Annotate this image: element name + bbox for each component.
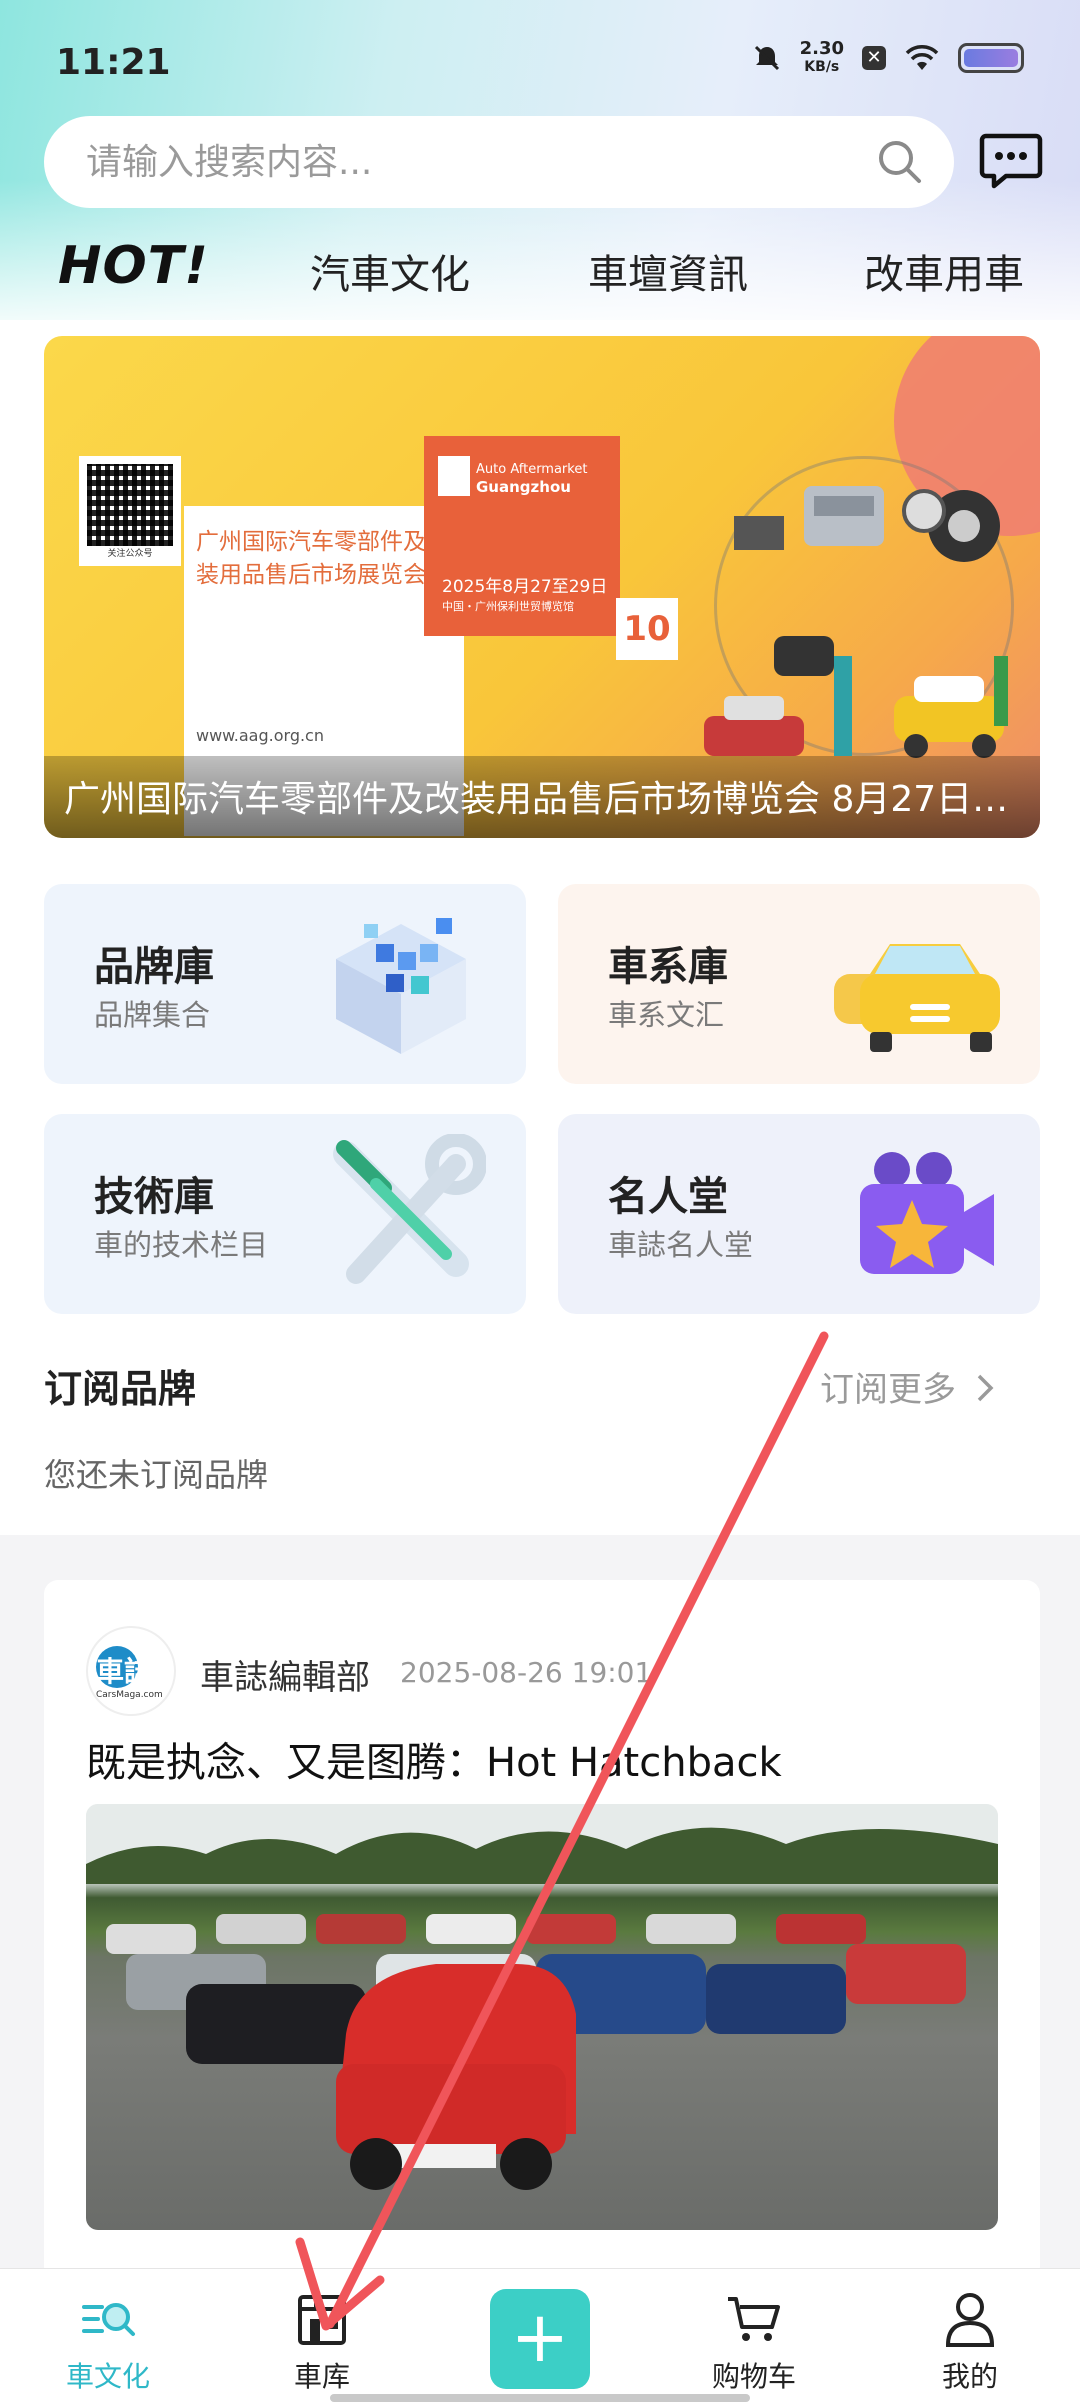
network-speed-unit: KB/s [804, 59, 840, 75]
aag-logo [438, 456, 470, 496]
tab-modification[interactable]: 改車用車 [864, 242, 1024, 300]
hall-of-fame-subtitle: 車誌名人堂 [608, 1228, 754, 1262]
avatar-logo-text: 車誌 [96, 1655, 153, 1688]
subscribe-more-label: 订阅更多 [820, 1370, 956, 1410]
edition-badge: 10 [616, 598, 678, 660]
subscriptions-empty-text: 您还未订阅品牌 [44, 1456, 269, 1494]
subscribe-more-link[interactable]: 订阅更多 [820, 1362, 997, 1411]
nav-cart[interactable]: 购物车 [664, 2269, 844, 2408]
home-indicator [330, 2394, 750, 2402]
banner-caption: 广州国际汽车零部件及改装用品售后市场博览会 8月27日至29日举行 [64, 779, 1024, 820]
post-author[interactable]: 車誌編輯部 [200, 1650, 370, 1699]
tech-library-subtitle: 車的技术栏目 [94, 1228, 269, 1262]
post-title[interactable]: 既是执念、又是图腾：Hot Hatchback [86, 1730, 782, 1788]
avatar-logo-subtext: CarsMaga.com [96, 1690, 163, 1700]
garage-icon [298, 2295, 346, 2345]
banner-venue: 中国・广州保利世贸博览馆 [442, 600, 574, 613]
wifi-icon [905, 45, 939, 70]
banner-carousel[interactable]: 关注公众号 广州国际汽车零部件及改装用品售后市场展览会 www.aag.org.… [44, 336, 1040, 838]
tools-icon [333, 1134, 486, 1284]
x-app-icon: ✕ [862, 46, 886, 70]
car-icon [834, 944, 1000, 1052]
banner-brand-line1: Auto Aftermarket [476, 462, 588, 477]
post-timestamp: 2025-08-26 19:01 [400, 1656, 653, 1689]
series-library-title: 車系庫 [608, 944, 728, 990]
banner-qr-code: 关注公众号 [79, 456, 181, 566]
mute-bell-icon [754, 45, 779, 71]
battery-icon [958, 43, 1024, 73]
nav-profile-label: 我的 [941, 2360, 998, 2393]
bottom-navigation: 車文化 車库 + 购物车 我的 [0, 2268, 1080, 2408]
discover-icon [82, 2303, 135, 2336]
auto-parts-illustration [704, 486, 1008, 758]
author-avatar[interactable]: 車誌 CarsMaga.com [86, 1626, 176, 1716]
subscriptions-title: 订阅品牌 [44, 1367, 197, 1411]
series-library-card[interactable]: 車系庫 車系文汇 [558, 884, 1040, 1084]
user-icon [945, 2293, 995, 2347]
banner-url: www.aag.org.cn [196, 726, 324, 745]
search-input[interactable] [86, 116, 846, 208]
hall-of-fame-title: 名人堂 [608, 1174, 728, 1220]
status-icons: 2.30 KB/s ✕ [752, 40, 1024, 76]
status-bar: 11:21 2.30 KB/s ✕ [0, 0, 1080, 125]
brand-library-subtitle: 品牌集合 [94, 998, 211, 1032]
network-speed-value: 2.30 [799, 38, 844, 59]
banner-brand-line2: Guangzhou [476, 478, 571, 496]
nav-car-culture-label: 車文化 [65, 2360, 150, 2393]
message-icon[interactable] [978, 128, 1044, 194]
nav-garage[interactable]: 車库 [232, 2269, 412, 2408]
search-icon[interactable] [874, 136, 926, 188]
qr-caption: 关注公众号 [107, 549, 153, 559]
tech-library-card[interactable]: 技術庫 車的技术栏目 [44, 1114, 526, 1314]
brand-library-card[interactable]: 品牌庫 品牌集合 [44, 884, 526, 1084]
category-tabs: HOT! 汽車文化 車壇資訊 改車用車 [0, 236, 1080, 306]
tab-hot[interactable]: HOT! [58, 236, 209, 296]
cube-grid-icon [336, 918, 466, 1054]
hatchback-cars-photo [86, 1804, 998, 2190]
network-speed: 2.30 KB/s [800, 40, 844, 76]
status-time: 11:21 [56, 42, 171, 83]
tab-car-culture[interactable]: 汽車文化 [310, 242, 470, 300]
tab-car-news[interactable]: 車壇資訊 [588, 242, 748, 300]
nav-car-culture[interactable]: 車文化 [18, 2269, 198, 2408]
search-bar[interactable] [44, 116, 954, 208]
nav-cart-label: 购物车 [711, 2360, 796, 2393]
tech-library-title: 技術庫 [94, 1174, 214, 1220]
nav-profile[interactable]: 我的 [880, 2269, 1060, 2408]
brand-library-title: 品牌庫 [94, 944, 214, 990]
feed-card[interactable]: 車誌 CarsMaga.com 車誌編輯部 2025-08-26 19:01 既… [44, 1580, 1040, 2280]
shopping-cart-icon [728, 2297, 780, 2341]
plus-icon: + [510, 2296, 570, 2378]
post-image[interactable] [86, 1804, 998, 2230]
video-camera-icon [860, 1152, 994, 1274]
nav-garage-label: 車库 [293, 2360, 350, 2393]
create-post-button[interactable]: + [490, 2289, 590, 2389]
series-library-subtitle: 車系文汇 [608, 998, 725, 1032]
hall-of-fame-card[interactable]: 名人堂 車誌名人堂 [558, 1114, 1040, 1314]
chevron-right-icon [977, 1374, 994, 1402]
banner-date: 2025年8月27至29日 [442, 577, 608, 597]
